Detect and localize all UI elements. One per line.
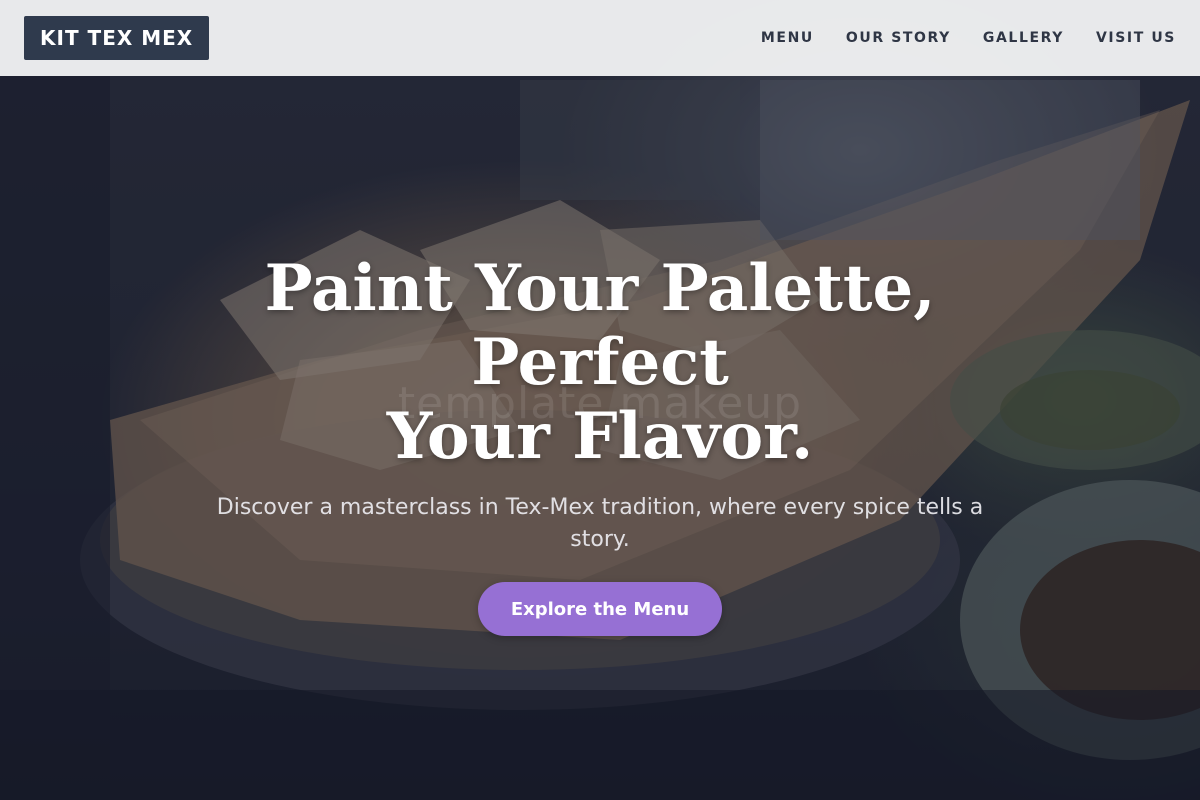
nav-item-visit-us[interactable]: VISIT US [1096, 30, 1176, 46]
hero-title-line-1: Paint Your Palette, Perfect [264, 251, 936, 400]
hero-subtitle: Discover a masterclass in Tex-Mex tradit… [216, 495, 984, 552]
hero-title-line-2: Your Flavor. [386, 399, 814, 474]
hero-section: template makeup Paint Your Palette, Perf… [0, 252, 1200, 636]
nav-item-gallery[interactable]: GALLERY [983, 30, 1064, 46]
nav-item-menu[interactable]: MENU [761, 30, 814, 46]
nav-item-our-story[interactable]: OUR STORY [846, 30, 951, 46]
main-nav: MENU OUR STORY GALLERY VISIT US [761, 30, 1176, 46]
logo[interactable]: KIT TEX MEX [24, 16, 210, 60]
hero-title: Paint Your Palette, Perfect Your Flavor. [150, 252, 1050, 474]
explore-menu-button[interactable]: Explore the Menu [478, 582, 722, 636]
site-header: KIT TEX MEX MENU OUR STORY GALLERY VISIT… [0, 0, 1200, 76]
page: KIT TEX MEX MENU OUR STORY GALLERY VISIT… [0, 0, 1200, 800]
